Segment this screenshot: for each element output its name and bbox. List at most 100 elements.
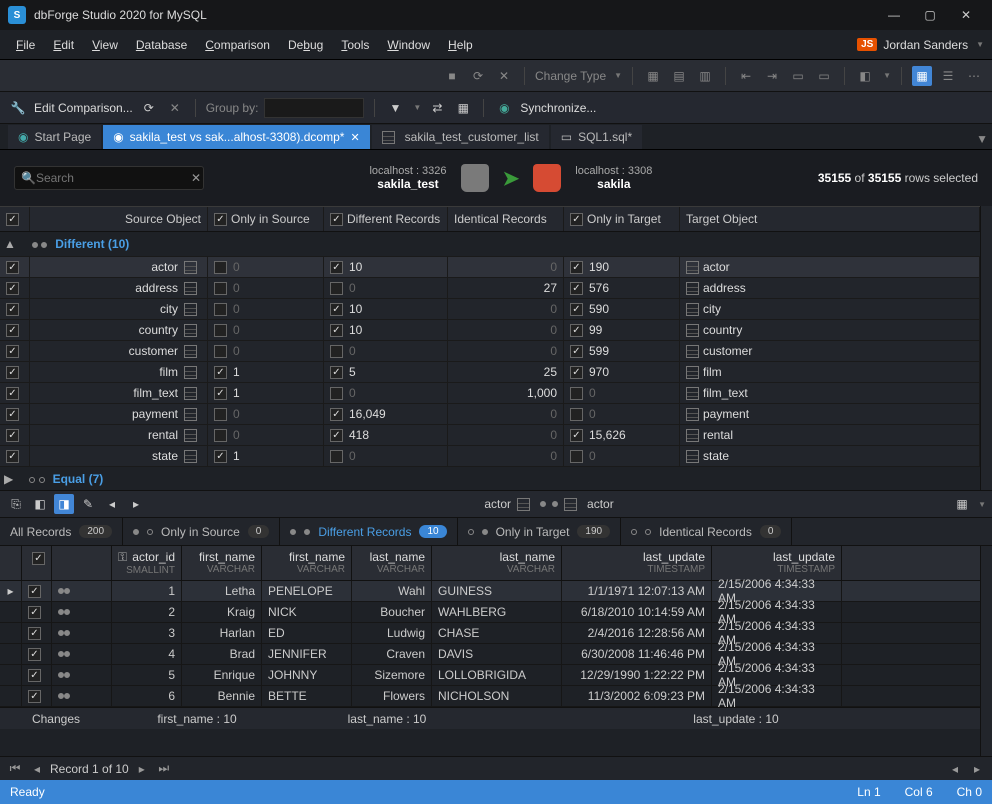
scroll-right-icon[interactable]: ▸ [968,760,986,778]
filter-tab[interactable]: Only in Target 190 [458,518,622,545]
tab-start-page[interactable]: ◉ Start Page [8,125,101,149]
checkbox[interactable] [330,282,343,295]
edit-icon[interactable]: ✎ [78,494,98,514]
collapse-icon[interactable]: ▲ [4,237,16,251]
checkbox[interactable] [214,282,227,295]
scroll-left-icon[interactable]: ◂ [946,760,964,778]
checkbox[interactable] [28,627,41,640]
checkbox[interactable] [6,450,19,463]
table-row[interactable]: payment 016,04900payment [0,403,980,424]
clear-icon[interactable]: ✕ [191,171,201,185]
checkbox[interactable] [570,429,583,442]
tab-comparison[interactable]: ◉ sakila_test vs sak...alhost-3308).dcom… [103,125,369,149]
database-icon[interactable]: ◉ [494,98,514,118]
checkbox-all[interactable] [6,213,19,226]
checkbox[interactable] [214,213,227,226]
checkbox[interactable] [330,387,343,400]
col-identical[interactable]: Identical Records [448,207,564,231]
column-header[interactable]: ⚿actor_idSMALLINT [112,546,182,580]
checkbox[interactable] [330,345,343,358]
col-only-target[interactable]: Only in Target [587,212,661,226]
checkbox[interactable] [214,324,227,337]
col-only-source[interactable]: Only in Source [231,212,310,226]
tabs-dropdown[interactable]: ▼ [972,129,992,149]
checkbox[interactable] [214,408,227,421]
delete-icon[interactable]: ✕ [494,66,514,86]
search-box[interactable]: 🔍 ✕ [14,166,204,190]
checkbox[interactable] [570,324,583,337]
checkbox[interactable] [330,408,343,421]
checkbox[interactable] [214,303,227,316]
chevron-down-icon[interactable]: ▼ [614,71,622,80]
wrench-icon[interactable]: 🔧 [8,98,28,118]
checkbox[interactable] [28,648,41,661]
table-row[interactable]: address 0027576address [0,277,980,298]
table-row[interactable]: film_text 101,0000film_text [0,382,980,403]
checkbox[interactable] [214,261,227,274]
checkbox[interactable] [28,585,41,598]
column-header[interactable]: first_nameVARCHAR [182,546,262,580]
layout-b-icon[interactable]: ◨ [54,494,74,514]
menu-tools[interactable]: Tools [333,34,377,56]
filter-tab[interactable]: Identical Records 0 [621,518,792,545]
next-icon[interactable]: ▸ [126,494,146,514]
more-icon[interactable]: ⋯ [964,66,984,86]
menu-window[interactable]: Window [379,34,438,56]
checkbox[interactable] [28,669,41,682]
checkbox[interactable] [214,450,227,463]
checkbox[interactable] [28,606,41,619]
table-row[interactable]: customer 000599customer [0,340,980,361]
scrollbar[interactable] [980,206,992,490]
checkbox[interactable] [6,408,19,421]
tree-view-icon[interactable]: ☰ [938,66,958,86]
last-icon[interactable]: ⏭ [155,760,173,778]
layout-a-icon[interactable]: ◧ [30,494,50,514]
search-input[interactable] [36,171,191,185]
uncomment-icon[interactable]: ▭ [814,66,834,86]
close-button[interactable]: ✕ [948,3,984,27]
column-header[interactable]: last_updateTIMESTAMP [562,546,712,580]
checkbox[interactable] [214,345,227,358]
checkbox[interactable] [6,345,19,358]
checkbox[interactable] [330,450,343,463]
checkbox[interactable] [28,690,41,703]
edit-comparison-label[interactable]: Edit Comparison... [34,101,133,115]
layout3-icon[interactable]: ▥ [695,66,715,86]
refresh-icon[interactable]: ⟳ [468,66,488,86]
column-header[interactable]: last_nameVARCHAR [432,546,562,580]
table-row[interactable]: rental 0418015,626rental [0,424,980,445]
checkbox[interactable] [6,303,19,316]
col-source-object[interactable]: Source Object [30,207,208,231]
checkbox[interactable] [570,282,583,295]
checkbox[interactable] [6,366,19,379]
checkbox[interactable] [570,366,583,379]
filter-tab[interactable]: All Records 200 [0,518,123,545]
col-target-object[interactable]: Target Object [680,207,980,231]
minimize-button[interactable]: — [876,3,912,27]
checkbox[interactable] [214,366,227,379]
stop-icon[interactable]: ■ [442,66,462,86]
checkbox[interactable] [6,324,19,337]
table-row[interactable]: state 1000state [0,445,980,466]
menu-help[interactable]: Help [440,34,481,56]
chevron-down-icon[interactable]: ▼ [978,500,986,509]
checkbox[interactable] [570,261,583,274]
chevron-down-icon[interactable]: ▼ [413,103,421,112]
table-row[interactable]: actor 0100190actor [0,256,980,277]
maximize-button[interactable]: ▢ [912,3,948,27]
layout1-icon[interactable]: ▦ [643,66,663,86]
menu-comparison[interactable]: Comparison [197,34,278,56]
group-by-select[interactable] [264,98,364,118]
detail-row[interactable]: 6BennieBETTEFlowersNICHOLSON11/3/2002 6:… [0,686,980,707]
refresh-icon[interactable]: ⟳ [139,98,159,118]
tab-sql1[interactable]: ▭ SQL1.sql* [551,125,642,149]
scrollbar[interactable] [980,546,992,756]
checkbox[interactable] [330,324,343,337]
checkbox[interactable] [6,429,19,442]
indent-left-icon[interactable]: ⇤ [736,66,756,86]
script-icon[interactable]: ⎘ [6,494,26,514]
group-equal[interactable]: ▶ Equal (7) [0,466,980,490]
user-block[interactable]: JS Jordan Sanders ▼ [857,38,984,52]
swap-icon[interactable]: ⇄ [427,98,447,118]
checkbox[interactable] [214,387,227,400]
